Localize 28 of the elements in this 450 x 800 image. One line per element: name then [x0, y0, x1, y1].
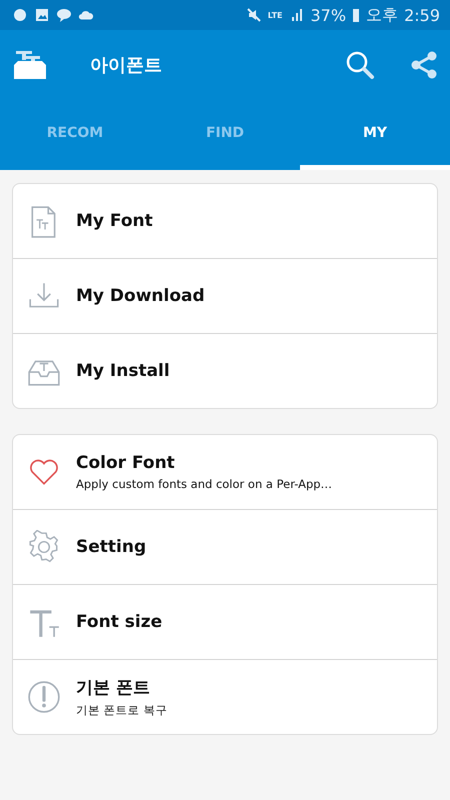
item-title: My Download [76, 286, 205, 306]
item-description: 기본 폰트로 복구 [76, 703, 168, 718]
menu-item[interactable]: Setting [13, 509, 437, 584]
menu-item[interactable]: 기본 폰트 기본 폰트로 복구 [13, 659, 437, 734]
item-title: My Font [76, 211, 153, 231]
menu-item[interactable]: Color Font Apply custom fonts and color on a Per-App… [13, 435, 437, 509]
menu-item[interactable]: My Install [13, 333, 437, 408]
battery-icon [352, 7, 360, 23]
item-description: Apply custom fonts and color on a Per-App… [76, 477, 332, 491]
menu-item[interactable]: My Download [13, 258, 437, 333]
item-title: 기본 폰트 [76, 677, 151, 699]
item-title: Setting [76, 537, 146, 557]
tab[interactable]: MY [300, 100, 450, 170]
settings-icon [27, 530, 61, 564]
app-title: 아이폰트 [90, 54, 162, 77]
network-type: LTE [268, 10, 282, 20]
chat-icon [56, 7, 72, 23]
battery-percent: 37% [310, 6, 346, 24]
clock: 2:59 [404, 6, 440, 24]
alert-icon [27, 680, 61, 714]
time-period: 오후 [366, 4, 398, 26]
item-title: Font size [76, 612, 162, 632]
mute-icon [246, 7, 262, 23]
menu-item[interactable]: My Font [13, 184, 437, 258]
menu-item[interactable]: Font size [13, 584, 437, 659]
item-title: Color Font [76, 453, 176, 473]
image-icon [34, 7, 50, 23]
item-title: My Install [76, 361, 170, 381]
